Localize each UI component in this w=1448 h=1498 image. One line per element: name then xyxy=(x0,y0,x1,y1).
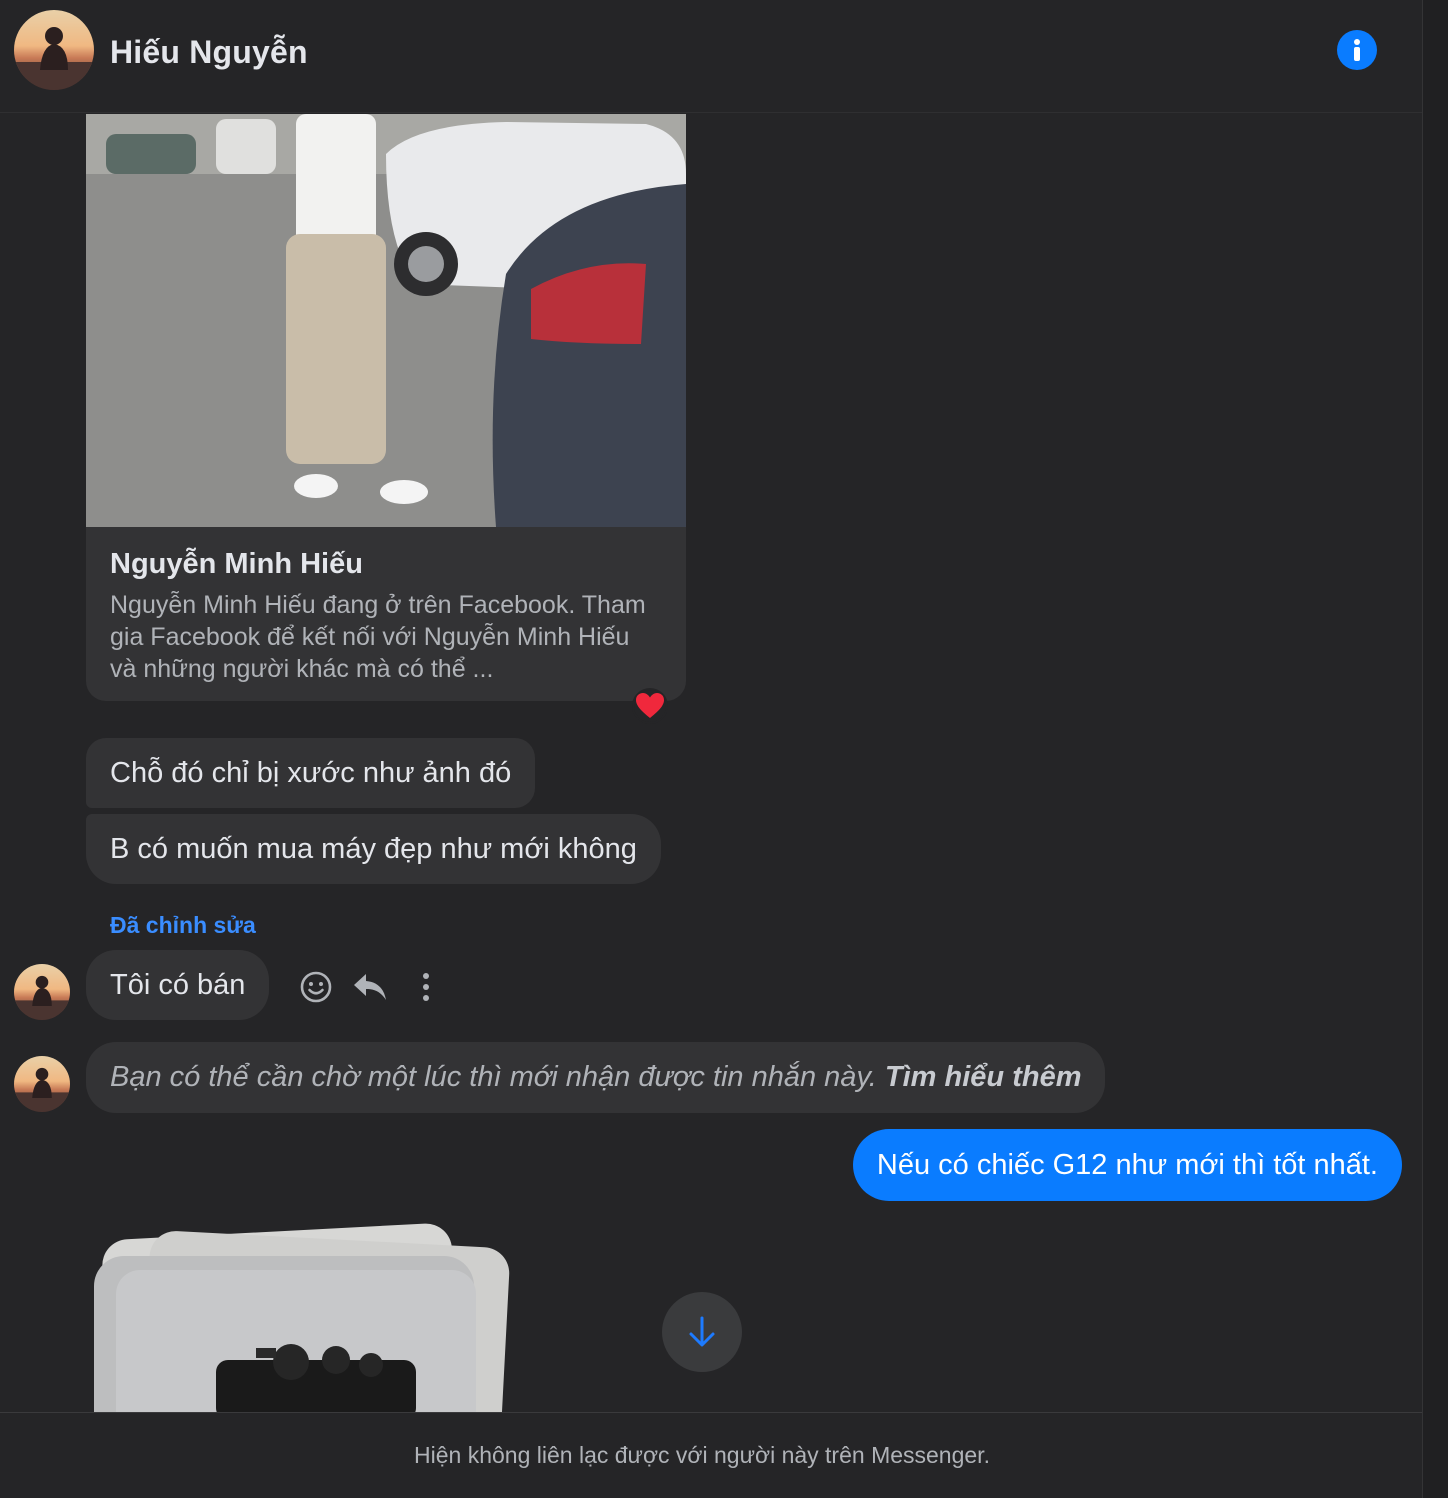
message-bubble-outgoing[interactable]: Nếu có chiếc G12 như mới thì tốt nhất. xyxy=(852,1129,1402,1201)
conversation-panel: Hiếu Nguyễn Nguyễn Minh Hiếu Nguyễn Minh… xyxy=(0,0,1422,1498)
contact-avatar[interactable] xyxy=(14,10,94,90)
more-icon xyxy=(423,973,429,1001)
sender-avatar[interactable] xyxy=(14,1056,70,1112)
link-preview-image xyxy=(86,114,686,527)
avatar-image xyxy=(14,10,94,90)
message-bubble-incoming[interactable]: B có muốn mua máy đẹp như mới không xyxy=(86,814,661,884)
reply-button[interactable] xyxy=(350,965,390,1009)
reply-icon xyxy=(354,974,386,1000)
sender-avatar[interactable] xyxy=(14,964,70,1020)
avatar-image xyxy=(14,964,70,1020)
message-bubble-incoming[interactable]: Tôi có bán xyxy=(86,950,270,1020)
contact-name[interactable]: Hiếu Nguyễn xyxy=(110,34,308,71)
link-preview-card[interactable]: Nguyễn Minh Hiếu Nguyễn Minh Hiếu đang ở… xyxy=(86,114,686,701)
arrow-down-icon xyxy=(689,1316,715,1347)
heart-icon xyxy=(636,693,664,718)
edited-label[interactable]: Đã chỉnh sửa xyxy=(110,912,256,939)
unavailable-status-text: Hiện không liên lạc được với người này t… xyxy=(414,1442,990,1468)
heart-reaction[interactable] xyxy=(632,688,668,724)
link-preview-title: Nguyễn Minh Hiếu xyxy=(110,548,363,580)
avatar-image xyxy=(14,1056,70,1112)
scroll-to-bottom-button[interactable] xyxy=(662,1292,742,1372)
smiley-icon xyxy=(300,971,332,1003)
delivery-notice: Bạn có thể cần chờ một lúc thì mới nhận … xyxy=(86,1042,1106,1113)
message-bubble-incoming[interactable]: Chỗ đó chỉ bị xước như ảnh đó xyxy=(86,738,536,808)
link-preview-description: Nguyễn Minh Hiếu đang ở trên Facebook. T… xyxy=(110,591,646,683)
more-button[interactable] xyxy=(406,965,446,1009)
photo-stack-attachment[interactable] xyxy=(86,1210,526,1412)
learn-more-link[interactable]: Tìm hiểu thêm xyxy=(885,1061,1082,1093)
info-button[interactable] xyxy=(1337,30,1377,70)
scrollbar-track[interactable] xyxy=(1422,0,1448,1498)
delivery-notice-text: Bạn có thể cần chờ một lúc thì mới nhận … xyxy=(110,1061,877,1093)
info-icon xyxy=(1354,39,1360,61)
composer-unavailable-footer: Hiện không liên lạc được với người này t… xyxy=(0,1412,1422,1498)
conversation-header: Hiếu Nguyễn xyxy=(0,0,1422,113)
photo-stack-image xyxy=(94,1223,510,1412)
react-button[interactable] xyxy=(296,965,336,1009)
